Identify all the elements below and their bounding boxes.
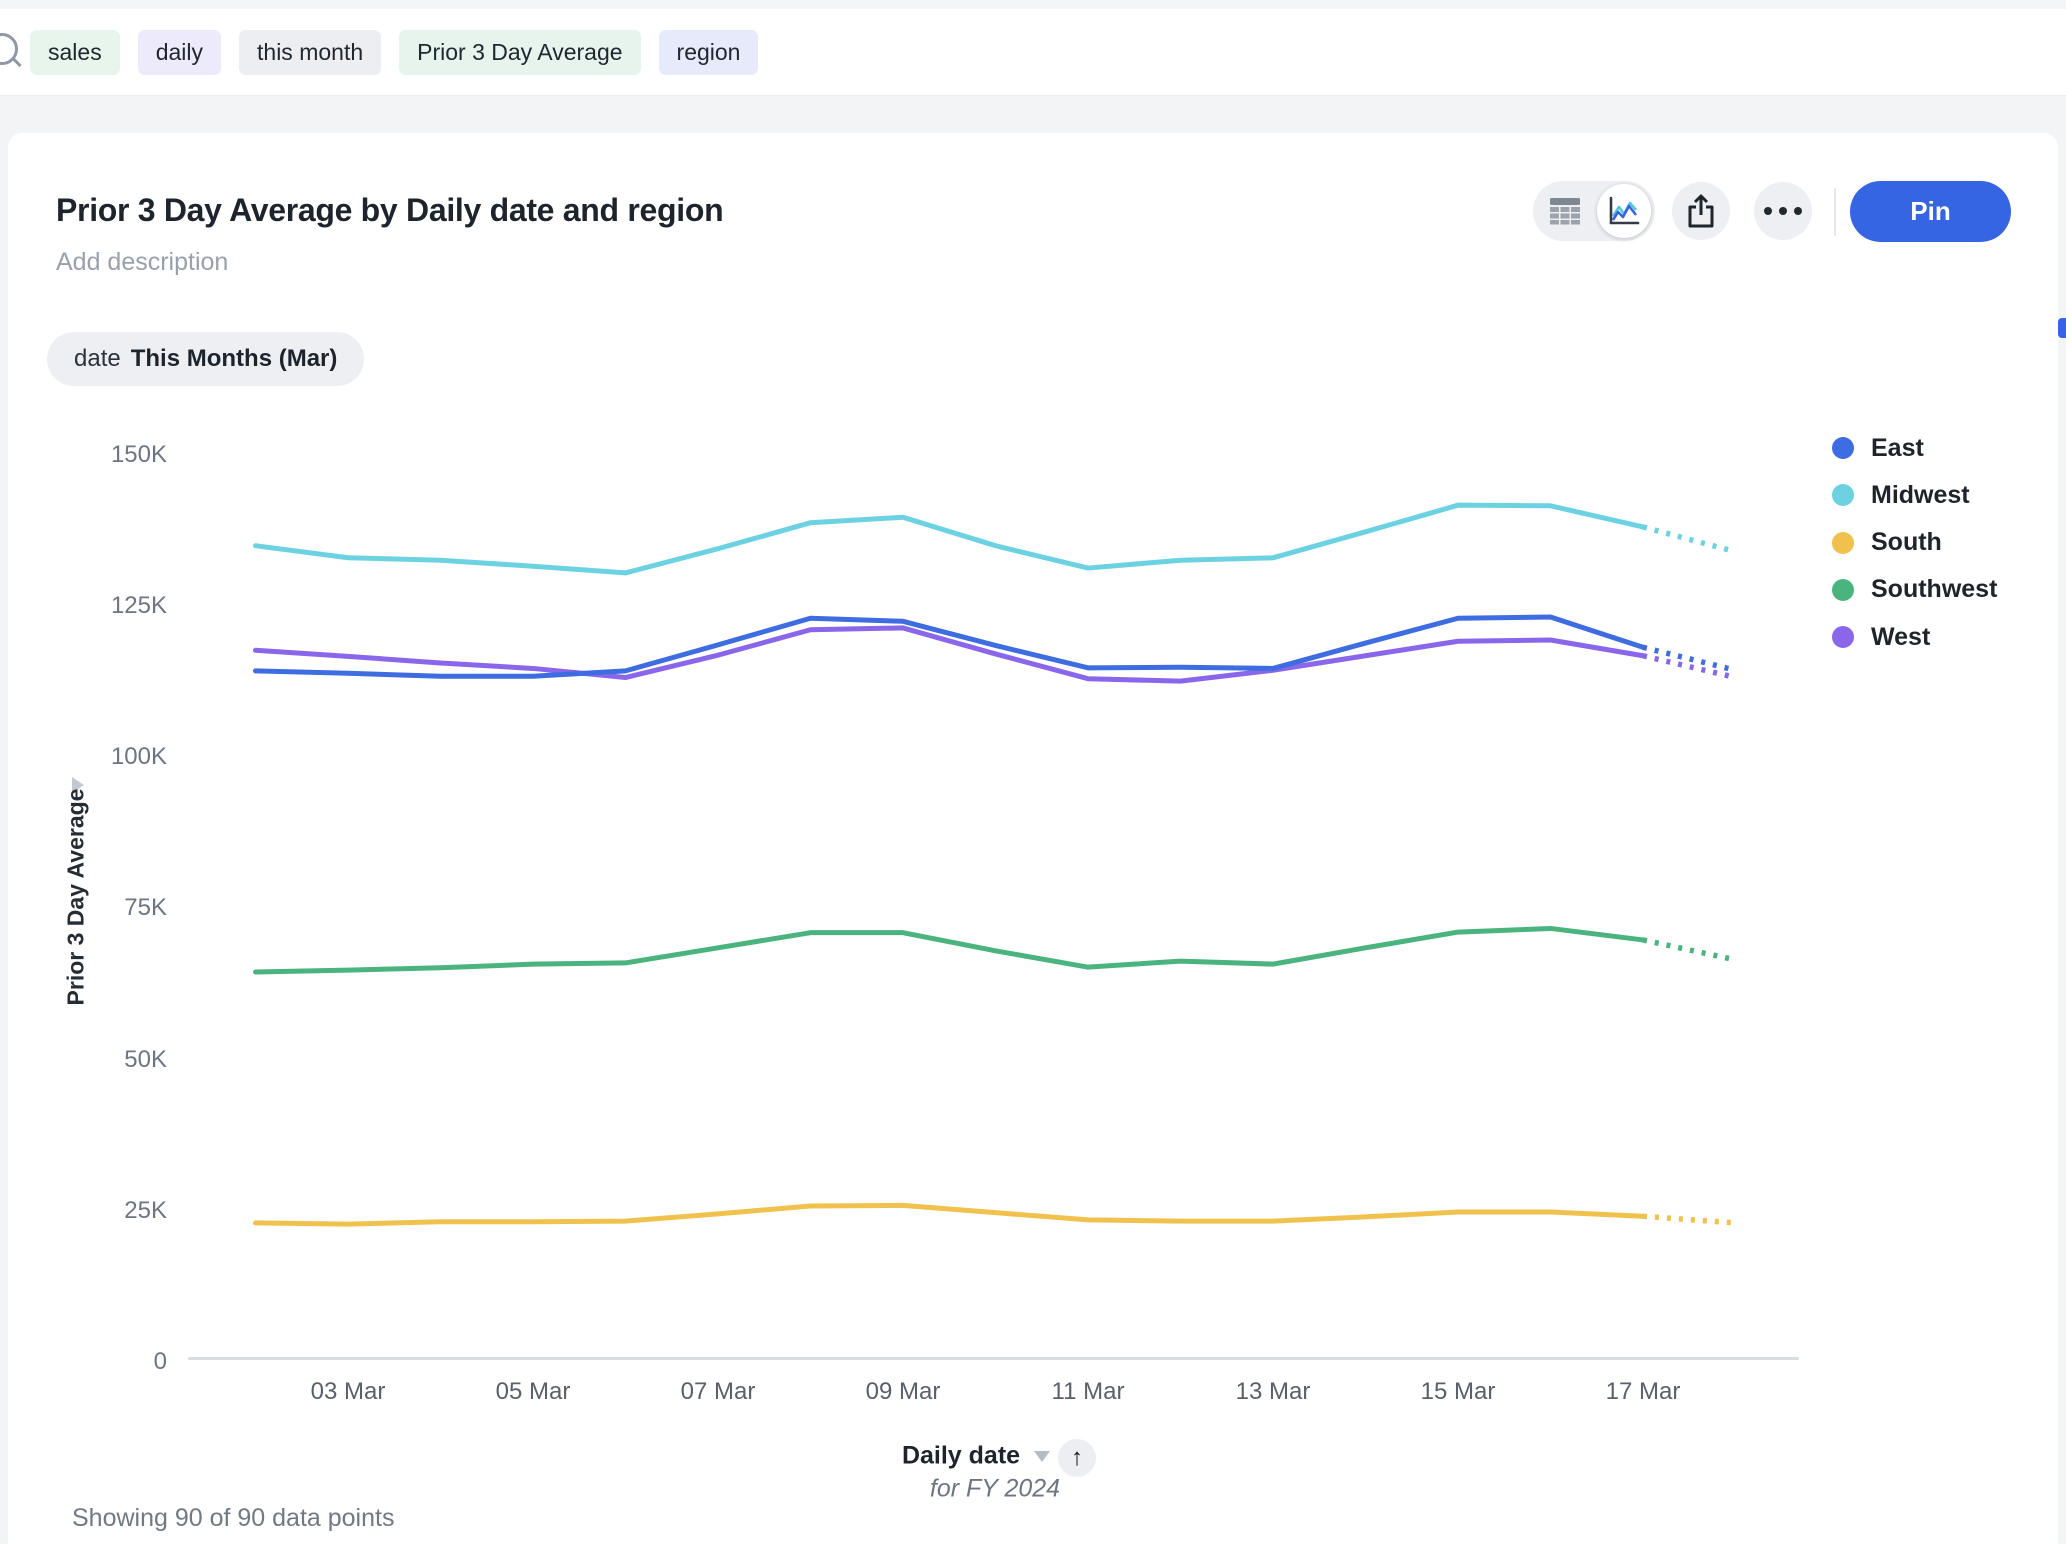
y-axis-tick-label: 125K [81,592,167,620]
x-axis-tick-label: 15 Mar [1393,1378,1523,1406]
line-chart-view-icon [1607,195,1641,227]
x-axis-field-label[interactable]: Daily date [902,1442,1020,1471]
search-bar[interactable]: sales daily this month Prior 3 Day Average r… [0,9,2066,96]
search-token[interactable]: Prior 3 Day Average [399,30,640,75]
legend-label: Midwest [1871,481,1970,510]
y-axis-tick-label: 50K [81,1046,167,1074]
sort-direction-button[interactable]: ↑ [1058,1439,1096,1477]
search-token[interactable]: this month [239,30,381,75]
x-axis-tick-label: 09 Mar [838,1378,968,1406]
legend-swatch [1832,532,1854,554]
legend-item-east[interactable]: East [1832,433,1924,463]
data-points-status: Showing 90 of 90 data points [72,1504,394,1533]
search-token[interactable]: sales [30,30,120,75]
x-axis-line [188,1357,1799,1360]
x-axis-tick-label: 11 Mar [1023,1378,1153,1406]
legend-label: East [1871,434,1924,463]
right-edge-indicator[interactable] [2058,318,2066,338]
legend-swatch [1832,579,1854,601]
add-description[interactable]: Add description [56,248,228,277]
legend-label: Southwest [1871,575,1997,604]
view-toggle[interactable] [1533,181,1655,241]
search-token[interactable]: daily [138,30,221,75]
app-screen: sales daily this month Prior 3 Day Average r… [0,0,2066,1544]
filter-field: date [74,345,121,373]
legend-swatch [1832,437,1854,459]
y-axis-tick-label: 0 [81,1348,167,1376]
chevron-down-icon[interactable] [1034,1451,1050,1462]
x-axis-tick-label: 17 Mar [1578,1378,1708,1406]
more-options-icon [1764,207,1802,215]
share-icon [1686,193,1716,229]
x-axis-tick-label: 13 Mar [1208,1378,1338,1406]
date-filter-chip[interactable]: date This Months (Mar) [47,332,364,386]
legend-item-southwest[interactable]: Southwest [1832,575,1997,605]
legend-label: South [1871,528,1942,557]
y-axis-title[interactable]: Prior 3 Day Average [63,789,90,1006]
search-icon [0,33,22,69]
legend-item-midwest[interactable]: Midwest [1832,480,1970,510]
x-axis-tick-label: 03 Mar [283,1378,413,1406]
page-title: Prior 3 Day Average by Daily date and re… [56,192,723,229]
legend-item-west[interactable]: West [1832,622,1930,652]
legend-swatch [1832,626,1854,648]
legend-item-south[interactable]: South [1832,528,1942,558]
top-strip [0,0,2066,9]
legend-label: West [1871,623,1930,652]
x-axis-note: for FY 2024 [930,1475,1060,1504]
search-token[interactable]: region [659,30,759,75]
toolbar-divider [1834,188,1836,236]
search-token-list: sales daily this month Prior 3 Day Average r… [30,9,758,95]
y-axis-tick-label: 150K [81,441,167,469]
chart-view-selected[interactable] [1597,184,1651,238]
y-axis-tick-label: 75K [81,894,167,922]
table-view-icon[interactable] [1549,197,1581,225]
x-axis-tick-label: 07 Mar [653,1378,783,1406]
share-button[interactable] [1672,182,1730,240]
x-axis-tick-label: 05 Mar [468,1378,598,1406]
arrow-up-icon: ↑ [1071,1444,1083,1472]
filter-value: This Months (Mar) [131,345,338,373]
pin-button[interactable]: Pin [1850,181,2011,242]
legend-swatch [1832,484,1854,506]
y-axis-tick-label: 100K [81,743,167,771]
more-options-button[interactable] [1754,182,1812,240]
y-axis-tick-label: 25K [81,1197,167,1225]
